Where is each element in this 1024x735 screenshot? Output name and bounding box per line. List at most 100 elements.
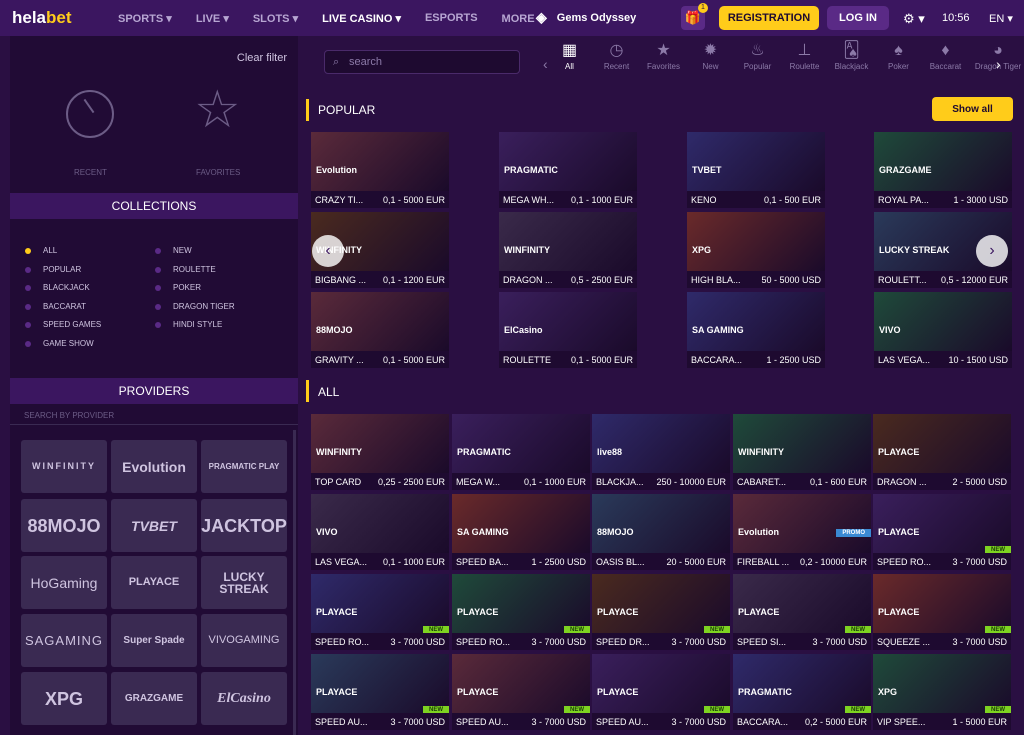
provider-super-spade[interactable]: Super Spade — [111, 614, 197, 667]
popular-prev-arrow[interactable]: ‹ — [312, 235, 344, 267]
provider-xpg[interactable]: XPG — [21, 672, 107, 725]
game-tile[interactable]: live88 BLACKJA... 250 - 10000 EUR — [592, 414, 730, 490]
settings-button[interactable]: ⚙ ▾ — [903, 11, 925, 27]
game-tile[interactable]: SA GAMING BACCARA... 1 - 2500 USD — [687, 292, 825, 368]
provider-88mojo[interactable]: 88MOJO — [21, 499, 107, 552]
collection-game-show[interactable]: GAME SHOW — [25, 339, 94, 348]
game-tile[interactable]: VIVO LAS VEGA... 10 - 1500 USD — [874, 292, 1012, 368]
clear-filter-button[interactable]: Clear filter — [237, 52, 287, 64]
tab-all[interactable]: ▦ All — [546, 40, 593, 71]
provider-evolution[interactable]: Evolution — [111, 440, 197, 493]
game-tile[interactable]: PLAYACE NEW SPEED AU... 3 - 7000 USD — [452, 654, 590, 730]
tab-roulette[interactable]: ⊥ Roulette — [781, 40, 828, 71]
recent-icon[interactable] — [66, 90, 114, 138]
game-limit: 50 - 5000 USD — [761, 274, 821, 285]
game-caption: GRAVITY ... 0,1 - 5000 EUR — [311, 351, 449, 368]
game-provider-logo: PLAYACE — [738, 607, 780, 617]
game-caption: ROULETTE 0,1 - 5000 EUR — [499, 351, 637, 368]
tab-recent[interactable]: ◷ Recent — [593, 40, 640, 71]
tab-new[interactable]: ✹ New — [687, 40, 734, 71]
game-tile[interactable]: WINFINITY DRAGON ... 0,5 - 2500 EUR — [499, 212, 637, 288]
game-caption: SPEED DR... 3 - 7000 USD — [592, 633, 730, 650]
game-caption: SPEED RO... 3 - 7000 USD — [311, 633, 449, 650]
game-tile[interactable]: PLAYACE NEW SPEED SI... 3 - 7000 USD — [733, 574, 871, 650]
game-thumbnail — [687, 132, 825, 192]
game-provider-logo: live88 — [597, 447, 623, 457]
game-tile[interactable]: 88MOJO OASIS BL... 20 - 5000 EUR — [592, 494, 730, 570]
game-tile[interactable]: PRAGMATIC MEGA W... 0,1 - 1000 EUR — [452, 414, 590, 490]
tab-blackjack[interactable]: 🂡 Blackjack — [828, 40, 875, 71]
provider-search-input[interactable]: SEARCH BY PROVIDER — [24, 411, 114, 420]
game-tile[interactable]: ElCasino ROULETTE 0,1 - 5000 EUR — [499, 292, 637, 368]
game-tile[interactable]: PLAYACE NEW SPEED AU... 3 - 7000 USD — [311, 654, 449, 730]
provider-hogaming[interactable]: HoGaming — [21, 556, 107, 609]
provider-tvbet[interactable]: TVBET — [111, 499, 197, 552]
tab-favorites[interactable]: ★ Favorites — [640, 40, 687, 71]
provider-sagaming[interactable]: SAGAMING — [21, 614, 107, 667]
collection-popular[interactable]: POPULAR — [25, 265, 81, 274]
game-tile[interactable]: PRAGMATIC NEW BACCARA... 0,2 - 5000 EUR — [733, 654, 871, 730]
nav-live[interactable]: LIVE ▾ — [196, 12, 229, 25]
gift-button[interactable]: 🎁 1 — [681, 3, 708, 30]
collection-speed-games[interactable]: SPEED GAMES — [25, 320, 101, 329]
show-all-button[interactable]: Show all — [932, 97, 1013, 121]
game-tile[interactable]: WINFINITY TOP CARD 0,25 - 2500 EUR — [311, 414, 449, 490]
collection-roulette[interactable]: ROULETTE — [155, 265, 216, 274]
login-button[interactable]: LOG IN — [827, 6, 889, 30]
game-tile[interactable]: Evolution PROMO FIREBALL ... 0,2 - 10000 EU… — [733, 494, 871, 570]
registration-button[interactable]: REGISTRATION — [719, 6, 819, 30]
game-tile[interactable]: PLAYACE NEW SPEED RO... 3 - 7000 USD — [311, 574, 449, 650]
game-tile[interactable]: TVBET KENO 0,1 - 500 EUR — [687, 132, 825, 208]
tab-baccarat[interactable]: ♦ Baccarat — [922, 40, 969, 71]
gems-odyssey-link[interactable]: ◈ Gems Odyssey — [536, 9, 636, 26]
collection-new[interactable]: NEW — [155, 246, 192, 255]
collection-baccarat[interactable]: BACCARAT — [25, 302, 86, 311]
nav-slots[interactable]: SLOTS ▾ — [253, 12, 298, 25]
game-limit: 1 - 2500 USD — [766, 354, 821, 365]
collection-blackjack[interactable]: BLACKJACK — [25, 283, 90, 292]
game-tile[interactable]: XPG NEW VIP SPEE... 1 - 5000 EUR — [873, 654, 1011, 730]
game-tile[interactable]: Evolution CRAZY TI... 0,1 - 5000 EUR — [311, 132, 449, 208]
game-tile[interactable]: XPG HIGH BLA... 50 - 5000 USD — [687, 212, 825, 288]
language-select[interactable]: EN ▾ — [989, 12, 1013, 25]
provider-pragmatic-play[interactable]: PRAGMATIC PLAY — [201, 440, 287, 493]
game-tile[interactable]: PLAYACE NEW SPEED AU... 3 - 7000 USD — [592, 654, 730, 730]
game-tile[interactable]: PLAYACE NEW SPEED RO... 3 - 7000 USD — [873, 494, 1011, 570]
game-tile[interactable]: WINFINITY CABARET... 0,1 - 600 EUR — [733, 414, 871, 490]
provider-jacktop[interactable]: JACKTOP — [201, 499, 287, 552]
game-limit: 3 - 7000 USD — [531, 716, 586, 727]
game-tile[interactable]: PLAYACE NEW SPEED DR... 3 - 7000 USD — [592, 574, 730, 650]
game-tile[interactable]: SA GAMING SPEED BA... 1 - 2500 USD — [452, 494, 590, 570]
game-limit: 0,1 - 5000 EUR — [570, 354, 633, 365]
categories-next-arrow[interactable]: › — [996, 56, 1001, 72]
logo[interactable]: helabet — [12, 8, 72, 28]
game-tile[interactable]: PRAGMATIC MEGA WH... 0,1 - 1000 EUR — [499, 132, 637, 208]
game-tile[interactable]: PLAYACE NEW SPEED RO... 3 - 7000 USD — [452, 574, 590, 650]
tab-popular[interactable]: ♨ Popular — [734, 40, 781, 71]
provider-elcasino[interactable]: ElCasino — [201, 672, 287, 725]
game-tile[interactable]: GRAZGAME ROYAL PA... 1 - 3000 USD — [874, 132, 1012, 208]
collection-all[interactable]: ALL — [25, 246, 57, 255]
nav-esports[interactable]: ESPORTS — [425, 12, 478, 25]
game-tile[interactable]: PLAYACE NEW SQUEEZE ... 3 - 7000 USD — [873, 574, 1011, 650]
collection-hindi-style[interactable]: HINDI STYLE — [155, 320, 222, 329]
favorites-icon[interactable]: ☆ — [194, 84, 241, 136]
game-tile[interactable]: PLAYACE DRAGON ... 2 - 5000 USD — [873, 414, 1011, 490]
game-caption: LAS VEGA... 10 - 1500 USD — [874, 351, 1012, 368]
nav-sports[interactable]: SPORTS ▾ — [118, 12, 172, 25]
provider-lucky-streak[interactable]: LUCKY STREAK — [201, 556, 287, 609]
collection-poker[interactable]: POKER — [155, 283, 201, 292]
provider-vivogaming[interactable]: VIVOGAMING — [201, 614, 287, 667]
nav-live-casino[interactable]: LIVE CASINO ▾ — [322, 12, 401, 25]
game-thumbnail — [592, 574, 730, 634]
provider-grazgame[interactable]: GRAZGAME — [111, 672, 197, 725]
provider-winfinity[interactable]: WINFINITY — [21, 440, 107, 493]
search-input[interactable]: ⌕ search — [324, 50, 520, 74]
provider-scrollbar[interactable] — [293, 430, 296, 735]
popular-next-arrow[interactable]: › — [976, 235, 1008, 267]
game-tile[interactable]: VIVO LAS VEGA... 0,1 - 1000 EUR — [311, 494, 449, 570]
tab-poker[interactable]: ♠ Poker — [875, 40, 922, 71]
provider-playace[interactable]: PLAYACE — [111, 556, 197, 609]
game-tile[interactable]: 88MOJO GRAVITY ... 0,1 - 5000 EUR — [311, 292, 449, 368]
collection-dragon-tiger[interactable]: DRAGON TIGER — [155, 302, 235, 311]
